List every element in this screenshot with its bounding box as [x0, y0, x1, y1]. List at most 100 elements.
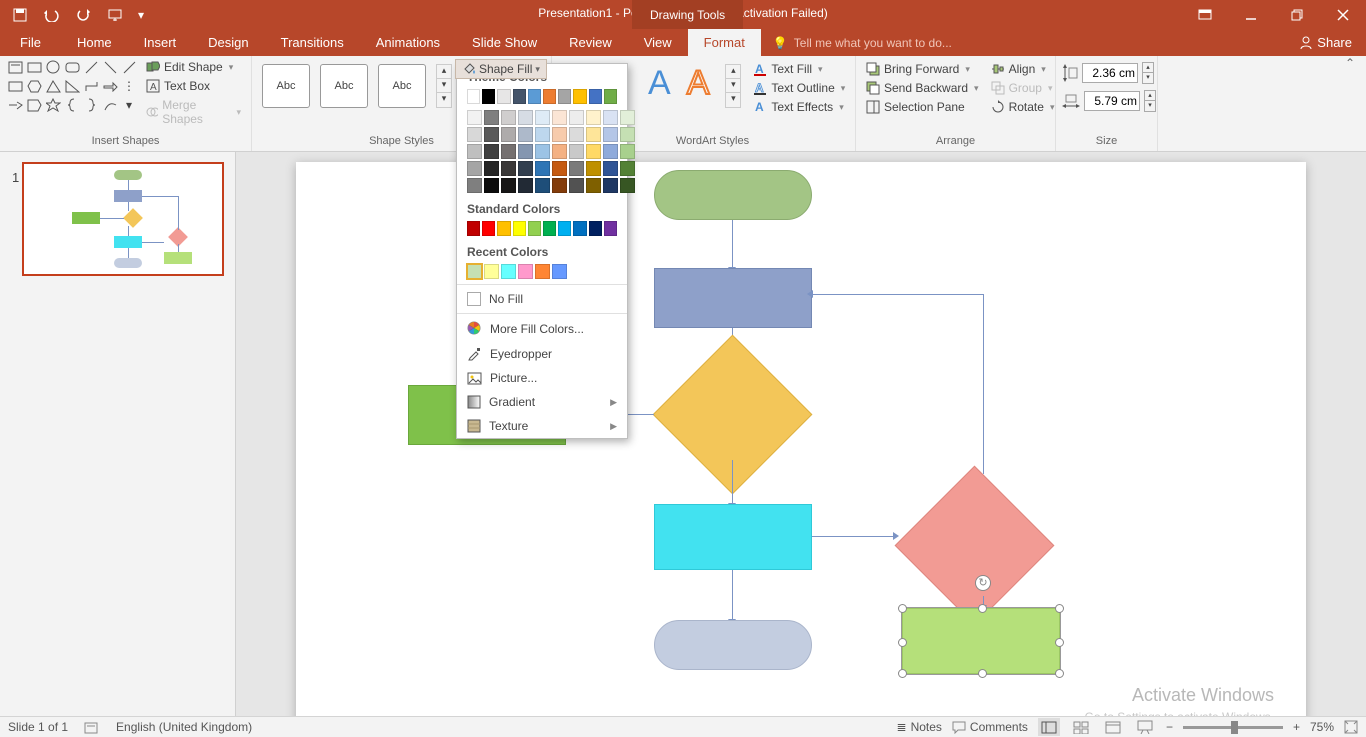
- color-swatch[interactable]: [501, 110, 516, 125]
- more-fill-colors-item[interactable]: More Fill Colors...: [457, 316, 627, 341]
- color-swatch[interactable]: [589, 221, 602, 236]
- ribbon-collapse-button[interactable]: ⌃: [1340, 56, 1360, 76]
- rotate-handle[interactable]: ↻: [975, 575, 991, 591]
- height-spin-up[interactable]: ▴: [1143, 63, 1153, 73]
- shape-width-input[interactable]: [1084, 91, 1140, 111]
- color-swatch[interactable]: [569, 110, 584, 125]
- color-swatch[interactable]: [586, 127, 601, 142]
- color-swatch[interactable]: [569, 178, 584, 193]
- merge-shapes-button[interactable]: Merge Shapes▾: [142, 96, 245, 128]
- color-swatch[interactable]: [518, 144, 533, 159]
- color-swatch[interactable]: [513, 89, 526, 104]
- color-swatch[interactable]: [467, 110, 482, 125]
- color-swatch[interactable]: [484, 144, 499, 159]
- slide-indicator[interactable]: Slide 1 of 1: [8, 720, 68, 734]
- flowchart-process-3[interactable]: [654, 504, 812, 570]
- flowchart-process-1[interactable]: [654, 268, 812, 328]
- shape-arrow-icon[interactable]: [101, 77, 119, 95]
- shape-line3-icon[interactable]: [120, 58, 138, 76]
- color-swatch[interactable]: [620, 161, 635, 176]
- width-spin-up[interactable]: ▴: [1145, 91, 1155, 101]
- color-swatch[interactable]: [518, 110, 533, 125]
- style-nav-up[interactable]: ▴: [437, 65, 451, 79]
- save-button[interactable]: [6, 3, 34, 27]
- color-swatch[interactable]: [535, 127, 550, 142]
- ribbon-display-button[interactable]: [1182, 0, 1228, 29]
- shapes-gallery[interactable]: ⋮ ▾: [6, 58, 138, 114]
- rotate-button[interactable]: Rotate▾: [987, 98, 1059, 116]
- color-swatch[interactable]: [467, 144, 482, 159]
- connector[interactable]: [812, 294, 983, 295]
- flowchart-terminator-start[interactable]: [654, 170, 812, 220]
- color-swatch[interactable]: [620, 178, 635, 193]
- color-swatch[interactable]: [569, 144, 584, 159]
- connector[interactable]: [983, 294, 984, 474]
- shape-hex-icon[interactable]: [25, 77, 43, 95]
- color-swatch[interactable]: [535, 264, 550, 279]
- flowchart-decision-2[interactable]: [895, 466, 1055, 626]
- tab-review[interactable]: Review: [553, 29, 628, 56]
- no-fill-item[interactable]: No Fill: [457, 287, 627, 311]
- text-fill-button[interactable]: AText Fill▾: [749, 60, 849, 78]
- width-spin-down[interactable]: ▾: [1145, 101, 1155, 111]
- color-swatch[interactable]: [467, 264, 482, 279]
- language-indicator[interactable]: English (United Kingdom): [116, 720, 252, 734]
- shape-circle-icon[interactable]: [44, 58, 62, 76]
- color-swatch[interactable]: [484, 110, 499, 125]
- shape-rectangle-icon[interactable]: [25, 58, 43, 76]
- minimize-button[interactable]: [1228, 0, 1274, 29]
- color-swatch[interactable]: [467, 127, 482, 142]
- shape-brace2-icon[interactable]: [82, 96, 100, 114]
- shape-style-preset-3[interactable]: Abc: [378, 64, 426, 108]
- group-button[interactable]: Group▾: [987, 79, 1059, 97]
- color-swatch[interactable]: [569, 127, 584, 142]
- text-box-button[interactable]: AText Box: [142, 77, 245, 95]
- color-swatch[interactable]: [528, 221, 541, 236]
- undo-button[interactable]: [38, 3, 66, 27]
- color-swatch[interactable]: [586, 144, 601, 159]
- color-swatch[interactable]: [501, 161, 516, 176]
- flowchart-terminator-end[interactable]: [654, 620, 812, 670]
- color-swatch[interactable]: [603, 161, 618, 176]
- zoom-in-button[interactable]: +: [1293, 720, 1300, 734]
- color-swatch[interactable]: [482, 221, 495, 236]
- slide-thumbnail-1[interactable]: [22, 162, 224, 276]
- spell-check-icon[interactable]: [84, 720, 100, 734]
- color-swatch[interactable]: [604, 221, 617, 236]
- color-swatch[interactable]: [620, 110, 635, 125]
- texture-item[interactable]: Texture▶: [457, 414, 627, 438]
- color-swatch[interactable]: [513, 221, 526, 236]
- reading-view-button[interactable]: [1102, 718, 1124, 736]
- shape-rtri-icon[interactable]: [63, 77, 81, 95]
- edit-shape-button[interactable]: Edit Shape▾: [142, 58, 245, 76]
- shape-line-icon[interactable]: [82, 58, 100, 76]
- share-button[interactable]: Share: [1285, 29, 1366, 56]
- color-swatch[interactable]: [620, 127, 635, 142]
- shape-height-input[interactable]: [1082, 63, 1138, 83]
- qat-customize-button[interactable]: ▾: [134, 3, 148, 27]
- color-swatch[interactable]: [518, 127, 533, 142]
- eyedropper-item[interactable]: Eyedropper: [457, 341, 627, 366]
- color-swatch[interactable]: [586, 178, 601, 193]
- color-swatch[interactable]: [535, 161, 550, 176]
- color-swatch[interactable]: [543, 89, 556, 104]
- zoom-out-button[interactable]: −: [1166, 720, 1173, 734]
- selection-pane-button[interactable]: Selection Pane: [862, 98, 983, 116]
- flowchart-process-selected[interactable]: ↻: [902, 608, 1060, 674]
- tab-insert[interactable]: Insert: [128, 29, 193, 56]
- start-presentation-button[interactable]: [102, 3, 130, 27]
- color-swatch[interactable]: [586, 110, 601, 125]
- color-swatch[interactable]: [586, 161, 601, 176]
- style-nav-more[interactable]: ▾: [437, 93, 451, 107]
- color-swatch[interactable]: [543, 221, 556, 236]
- comments-button[interactable]: Comments: [952, 720, 1028, 734]
- tab-view[interactable]: View: [628, 29, 688, 56]
- tell-me-search[interactable]: 💡Tell me what you want to do...: [761, 29, 1285, 56]
- tab-design[interactable]: Design: [192, 29, 264, 56]
- shape-textbox-icon[interactable]: [6, 58, 24, 76]
- color-swatch[interactable]: [467, 89, 480, 104]
- color-swatch[interactable]: [501, 127, 516, 142]
- shape-arrow2-icon[interactable]: [6, 96, 24, 114]
- connector[interactable]: [732, 570, 733, 620]
- height-spin-down[interactable]: ▾: [1143, 73, 1153, 83]
